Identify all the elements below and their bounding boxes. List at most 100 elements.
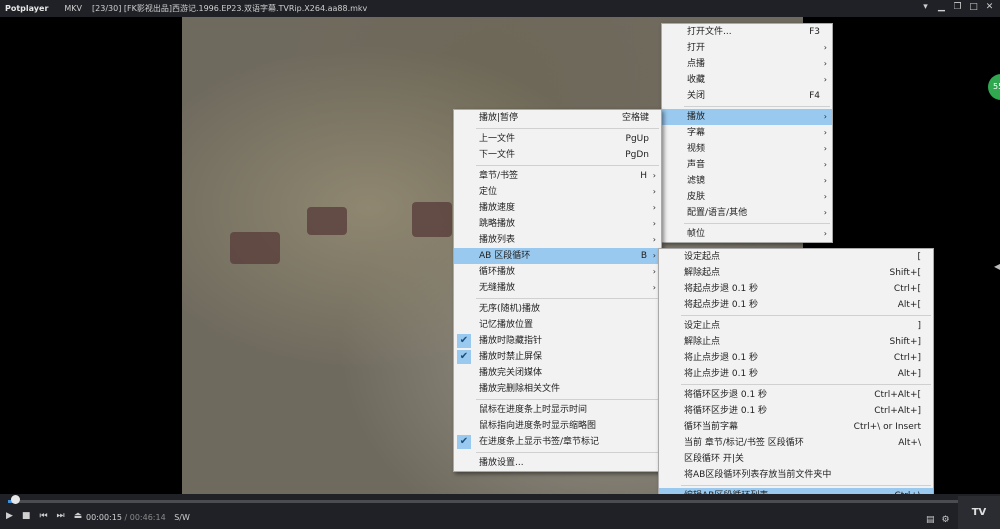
menu-item-label: 收藏 [687, 75, 706, 85]
minimize-icon[interactable]: ▁ [937, 2, 946, 12]
play-menu-item[interactable]: 鼠标指向进度条时显示缩略图 [454, 418, 661, 434]
main-menu-item[interactable]: 帧位 › [662, 226, 832, 242]
menu-item-label: AB 区段循环 [479, 251, 531, 261]
main-menu-item[interactable]: 皮肤 › [662, 189, 832, 205]
main-menu-item[interactable]: 点播 › [662, 56, 832, 72]
main-menu-item[interactable]: 关闭 F4 [662, 88, 832, 104]
shortcut-label: Ctrl+] [893, 353, 921, 363]
stop-icon[interactable]: ■ [22, 511, 31, 521]
mode-label[interactable]: S/W [174, 513, 190, 522]
ab-menu-item[interactable]: 将循环区步退 0.1 秒 Ctrl+Alt+[ [659, 387, 933, 403]
play-menu-item[interactable]: 章节/书签 H › [454, 168, 661, 184]
main-menu-item[interactable]: 打开 › [662, 40, 832, 56]
play-menu-item[interactable]: 播放|暂停 空格键 [454, 110, 661, 126]
previous-icon[interactable]: ⏮ [39, 511, 47, 521]
ab-menu-item[interactable]: 将循环区步进 0.1 秒 Ctrl+Alt+] [659, 403, 933, 419]
menu-item-label: 当前 章节/标记/书签 区段循环 [684, 438, 804, 448]
close-icon[interactable]: ✕ [985, 2, 994, 12]
shortcut-label: PgDn [625, 150, 649, 160]
submenu-arrow-icon: › [823, 208, 827, 217]
eject-icon[interactable]: ⏏ [74, 511, 83, 521]
main-menu-item[interactable]: 滤镜 › [662, 173, 832, 189]
next-icon[interactable]: ⏭ [57, 511, 65, 521]
menu-item-label: 将止点步退 0.1 秒 [684, 353, 759, 363]
menu-separator [684, 106, 830, 107]
tv-logo-button[interactable]: TV [958, 496, 1000, 529]
app-logo-menu[interactable]: Potplayer [0, 4, 54, 13]
menu-item-label: 播放完关闭媒体 [479, 368, 543, 378]
play-menu-item[interactable]: 播放设置... [454, 455, 661, 471]
shortcut-label: B [640, 251, 647, 261]
side-panel-arrow-icon[interactable]: ◀ [994, 262, 1000, 271]
checkmark-icon: ✔ [457, 334, 471, 348]
main-menu-item[interactable]: 视频 › [662, 141, 832, 157]
play-menu-item[interactable]: 无缝播放 › [454, 280, 661, 296]
ab-menu-item[interactable]: 设定起点 [ [659, 249, 933, 265]
ab-menu-item[interactable]: 当前 章节/标记/书签 区段循环 Alt+\ [659, 435, 933, 451]
play-menu-item[interactable]: 播放完删除相关文件 [454, 381, 661, 397]
seek-handle[interactable] [11, 495, 20, 504]
main-menu-item[interactable]: 打开文件... F3 [662, 24, 832, 40]
play-icon[interactable]: ▶ [6, 511, 13, 521]
shortcut-label: PgUp [625, 134, 649, 144]
shortcut-label: Alt+[ [897, 300, 921, 310]
main-menu-item[interactable]: 收藏 › [662, 72, 832, 88]
menu-item-label: 声音 [687, 160, 706, 170]
shortcut-label: Ctrl+Alt+[ [874, 390, 921, 400]
ab-loop-submenu: 设定起点 [解除起点 Shift+[将起点步退 0.1 秒 Ctrl+[将起点步进 0… [658, 248, 934, 505]
play-menu-item[interactable]: 上一文件 PgUp [454, 131, 661, 147]
play-menu-item[interactable]: 无序(随机)播放 [454, 301, 661, 317]
play-menu-item[interactable]: 记忆播放位置 [454, 317, 661, 333]
shortcut-label: Shift+[ [889, 268, 921, 278]
menu-item-label: 播放|暂停 [479, 113, 519, 123]
menu-item-label: 循环当前字幕 [684, 422, 739, 432]
main-menu-item[interactable]: 字幕 › [662, 125, 832, 141]
ab-menu-item[interactable]: 循环当前字幕 Ctrl+\ or Insert [659, 419, 933, 435]
play-menu-item[interactable]: 循环播放 › [454, 264, 661, 280]
menu-item-label: 鼠标指向进度条时显示缩略图 [479, 421, 597, 431]
menu-item-label: 关闭 [687, 91, 706, 101]
play-menu-item[interactable]: ✔ 在进度条上显示书签/章节标记 [454, 434, 661, 450]
menu-item-label: 播放时隐藏指针 [479, 336, 543, 346]
menu-item-label: 皮肤 [687, 192, 706, 202]
menu-separator [476, 165, 659, 166]
settings-gear-icon[interactable]: ⚙ [942, 515, 950, 525]
ab-menu-item[interactable]: 将起点步退 0.1 秒 Ctrl+[ [659, 281, 933, 297]
play-menu-item[interactable]: 播放完关闭媒体 [454, 365, 661, 381]
submenu-arrow-icon: › [652, 203, 656, 212]
menu-separator [476, 298, 659, 299]
control-bar: ▶ ■ ⏮ ⏭ ⏏ 00:00:15 / 00:46:14 S/W [0, 494, 1000, 529]
submenu-arrow-icon: › [823, 43, 827, 52]
play-menu-item[interactable]: 鼠标在进度条上时显示时间 [454, 402, 661, 418]
ab-menu-item[interactable]: 设定止点] [659, 318, 933, 334]
ab-menu-item[interactable]: 解除止点 Shift+] [659, 334, 933, 350]
ab-menu-item[interactable]: 将止点步进 0.1 秒 Alt+] [659, 366, 933, 382]
play-menu-item[interactable]: 播放列表 › [454, 232, 661, 248]
pin-icon[interactable]: ▾ [921, 2, 930, 12]
ab-menu-item[interactable]: 将AB区段循环列表存放当前文件夹中 [659, 467, 933, 483]
ab-menu-item[interactable]: 将止点步退 0.1 秒 Ctrl+] [659, 350, 933, 366]
restore-icon[interactable]: ❐ [953, 2, 962, 12]
maximize-icon[interactable]: □ [969, 2, 978, 12]
playlist-icon[interactable]: ▤ [926, 515, 935, 525]
ab-menu-item[interactable]: 解除起点 Shift+[ [659, 265, 933, 281]
play-menu-item[interactable]: 播放速度 › [454, 200, 661, 216]
play-menu-item[interactable]: 下一文件 PgDn [454, 147, 661, 163]
play-menu-item[interactable]: ✔ 播放时禁止屏保 [454, 349, 661, 365]
main-menu-item[interactable]: 播放 › [662, 109, 832, 125]
ab-menu-item[interactable]: 区段循环 开|关 [659, 451, 933, 467]
main-menu-item[interactable]: 声音 › [662, 157, 832, 173]
menu-item-label: 滤镜 [687, 176, 706, 186]
seek-bar[interactable] [8, 500, 958, 503]
main-menu-item[interactable]: 配置/语言/其他 › [662, 205, 832, 221]
menu-separator [681, 485, 931, 486]
playback-controls: ▶ ■ ⏮ ⏭ ⏏ [6, 511, 82, 521]
play-menu-item[interactable]: AB 区段循环 B › [454, 248, 661, 264]
play-menu-item[interactable]: 跳略播放 › [454, 216, 661, 232]
play-menu-item[interactable]: 定位 › [454, 184, 661, 200]
menu-item-label: 播放设置... [479, 458, 524, 468]
ab-menu-item[interactable]: 将起点步进 0.1 秒 Alt+[ [659, 297, 933, 313]
menu-item-label: 下一文件 [479, 150, 516, 160]
play-menu-item[interactable]: ✔ 播放时隐藏指针 [454, 333, 661, 349]
menu-item-label: 字幕 [687, 128, 706, 138]
